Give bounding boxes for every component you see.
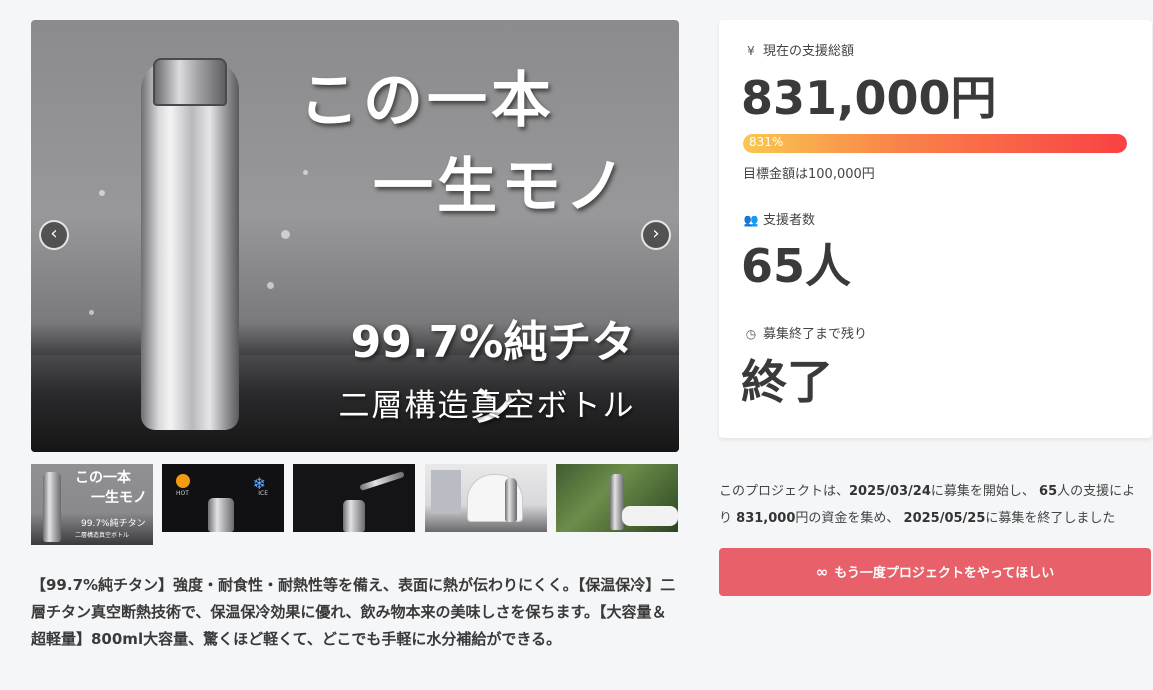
- chevron-right-icon: ›: [652, 223, 660, 244]
- remaining-label: ◷ 募集終了まで残り: [743, 323, 867, 342]
- backers-label-text: 支援者数: [763, 213, 816, 228]
- funding-progress-fill: [743, 134, 1127, 153]
- water-splash: [99, 190, 105, 196]
- infinity-icon: ∞: [815, 563, 829, 581]
- thumbnail-subtitle: 二層構造真空ボトル: [75, 532, 130, 539]
- request-again-label: もう一度プロジェクトをやってほしい: [834, 566, 1055, 581]
- project-summary: このプロジェクトは、2025/03/24に募集を開始し、 65人の支援により 8…: [719, 478, 1147, 532]
- carousel-prev-button[interactable]: ‹: [39, 220, 69, 250]
- thumbnail-bottle: [43, 472, 61, 542]
- request-again-button[interactable]: ∞ もう一度プロジェクトをやってほしい: [719, 548, 1151, 596]
- hero-subtitle: 二層構造真空ボトル: [338, 388, 636, 424]
- hot-label: HOT: [176, 490, 189, 497]
- water-splash: [267, 282, 274, 289]
- thumbnail-5[interactable]: [556, 464, 678, 532]
- thumbnail-strip: この一本 一生モノ 99.7%純チタン 二層構造真空ボトル HOT ❄ ICE: [31, 464, 679, 546]
- water-splash: [89, 310, 94, 315]
- thumbnail-monitor: [431, 470, 461, 514]
- summary-text: 円の資金を集め、: [795, 511, 900, 526]
- bottle-cap: [153, 58, 227, 106]
- thumbnail-hand: [622, 506, 678, 526]
- main-product-image: この一本 一生モノ 99.7%純チタン 二層構造真空ボトル ‹ ›: [31, 20, 679, 452]
- summary-amount: 831,000: [736, 511, 796, 526]
- funding-stats-card: ¥ 現在の支援総額 831,000円 831% 目標金額は100,000円 👥 支援…: [719, 20, 1152, 438]
- ice-label: ICE: [258, 490, 268, 497]
- hero-headline-line1: この一本: [299, 66, 555, 136]
- funding-label: ¥ 現在の支援総額: [743, 40, 854, 59]
- titanium-bottle: [141, 60, 239, 430]
- carousel-next-button[interactable]: ›: [641, 220, 671, 250]
- thumbnail-bottle: [343, 500, 365, 532]
- thumbnail-bottle: [208, 498, 234, 532]
- summary-text: このプロジェクトは、: [719, 484, 850, 499]
- summary-end-date: 2025/05/25: [903, 511, 986, 526]
- sun-icon: [176, 474, 190, 488]
- yen-icon: ¥: [747, 44, 755, 58]
- remaining-label-text: 募集終了まで残り: [763, 327, 868, 342]
- hero-headline-line2: 一生モノ: [373, 152, 629, 222]
- thumbnail-spoon: [359, 471, 405, 491]
- summary-text: に募集を終了しました: [985, 511, 1116, 526]
- summary-text: に募集を開始し、: [930, 484, 1035, 499]
- thumbnail-4[interactable]: [425, 464, 547, 532]
- thumbnail-bottle: [505, 478, 517, 522]
- thumbnail-headline-line2: 一生モノ: [91, 490, 147, 506]
- funding-progress-percent: 831%: [749, 135, 784, 149]
- remaining-value: 終了: [741, 355, 833, 409]
- thumbnail-headline: この一本 一生モノ: [75, 468, 151, 508]
- thumbnail-1[interactable]: この一本 一生モノ 99.7%純チタン 二層構造真空ボトル: [31, 464, 153, 545]
- clock-icon: ◷: [745, 327, 757, 341]
- users-icon: 👥: [743, 213, 759, 227]
- water-splash: [281, 230, 290, 239]
- thumbnail-3[interactable]: [293, 464, 415, 532]
- summary-backers: 65: [1039, 484, 1058, 499]
- chevron-left-icon: ‹: [50, 223, 58, 244]
- funding-label-text: 現在の支援総額: [763, 44, 855, 59]
- thumbnail-2[interactable]: HOT ❄ ICE: [162, 464, 284, 532]
- funding-progress-bar: 831%: [743, 134, 1127, 153]
- summary-start-date: 2025/03/24: [849, 484, 931, 499]
- backers-count: 65人: [741, 239, 852, 293]
- funding-amount: 831,000円: [741, 71, 997, 125]
- thumbnail-headline-line1: この一本: [75, 470, 131, 486]
- funding-goal: 目標金額は100,000円: [743, 167, 875, 182]
- hero-headline: この一本 一生モノ: [299, 60, 629, 228]
- thumbnail-purity: 99.7%純チタン: [81, 519, 146, 529]
- backers-label: 👥 支援者数: [743, 209, 816, 228]
- product-description: 【99.7%純チタン】強度・耐食性・耐熱性等を備え、表面に熱が伝わりにくく。【保…: [31, 576, 676, 648]
